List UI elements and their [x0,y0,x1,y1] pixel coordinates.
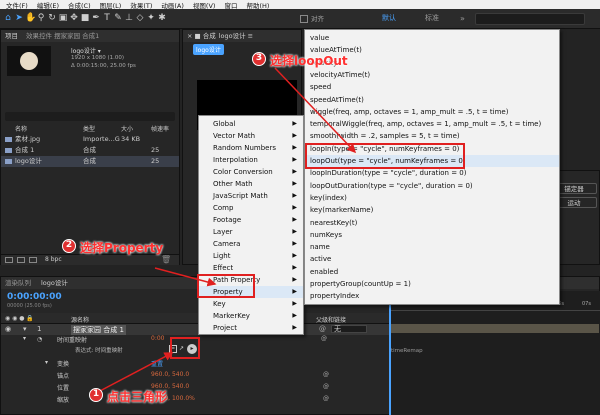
arrow-step1 [97,352,174,393]
arrow-step3 [274,67,357,154]
step3-text: 选择loopOut [270,54,348,68]
step2-badge: 2 [62,239,76,253]
step2-text: 选择Property [80,241,164,255]
arrow-step2 [154,267,217,287]
step1-text: 点击三角形 [107,390,168,404]
step1-badge: 1 [89,388,103,402]
step3-badge: 3 [252,52,266,66]
